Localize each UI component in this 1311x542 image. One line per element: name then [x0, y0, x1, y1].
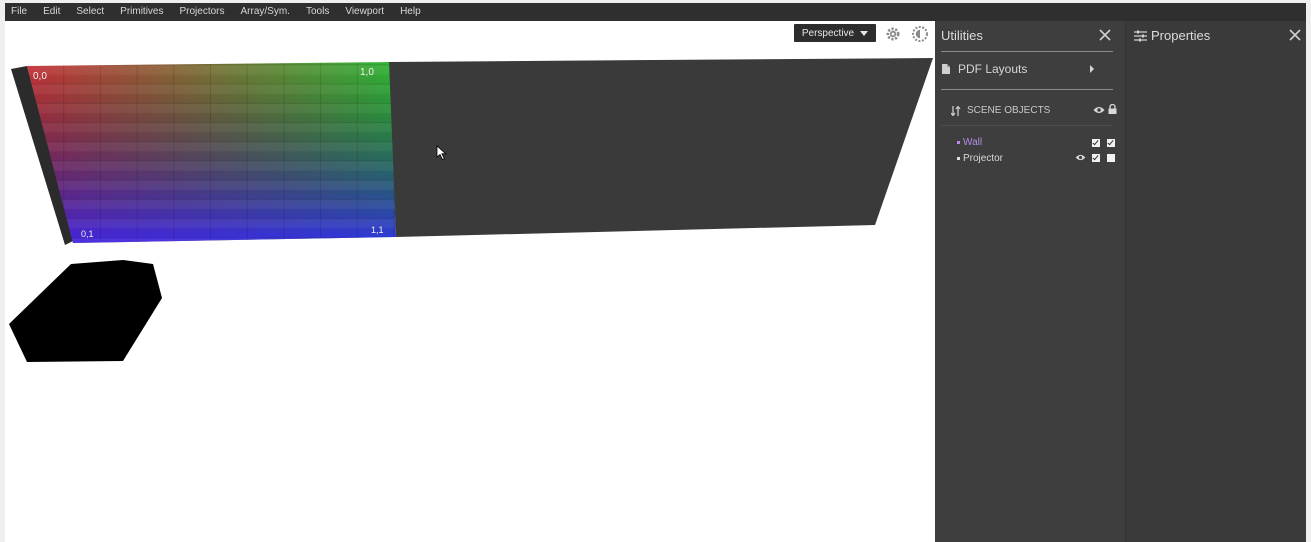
chevron-right-icon[interactable] — [1090, 65, 1094, 73]
menu-file[interactable]: File — [5, 3, 35, 21]
menu-select[interactable]: Select — [68, 3, 112, 21]
lock-icon[interactable] — [1108, 104, 1117, 114]
brightness-icon[interactable] — [912, 26, 928, 42]
test-pattern — [27, 62, 396, 243]
menu-array-sym[interactable]: Array/Sym. — [233, 3, 298, 21]
scene-objects-header: SCENE OBJECTS — [951, 105, 1050, 116]
menu-projectors[interactable]: Projectors — [172, 3, 233, 21]
wall-surface[interactable] — [388, 58, 933, 237]
menu-help[interactable]: Help — [392, 3, 429, 21]
scene-canvas[interactable]: 0,0 1,0 0,1 1,1 — [5, 21, 935, 542]
menu-tools[interactable]: Tools — [298, 3, 337, 21]
corner-label-top-right: 1,0 — [360, 67, 374, 78]
view-mode-label: Perspective — [801, 27, 855, 39]
scene-object-wall[interactable]: Wall — [957, 137, 982, 148]
divider — [941, 125, 1113, 126]
eye-icon[interactable] — [1075, 154, 1086, 161]
divider — [941, 89, 1113, 90]
gear-icon[interactable] — [885, 26, 901, 42]
pdf-layouts-item[interactable]: PDF Layouts — [942, 61, 1092, 77]
scene-objects-label: SCENE OBJECTS — [967, 105, 1051, 116]
scene-object-projector[interactable]: Projector — [957, 153, 1003, 164]
projector-shape[interactable] — [9, 260, 162, 362]
sliders-icon — [1134, 30, 1147, 41]
projector-lock-checkbox[interactable] — [1107, 154, 1115, 162]
app-window: File Edit Select Primitives Projectors A… — [5, 3, 1306, 542]
corner-label-bottom-left: 0,1 — [81, 229, 94, 239]
properties-panel: Properties — [1125, 21, 1306, 542]
menu-edit[interactable]: Edit — [35, 3, 68, 21]
utilities-title: Utilities — [941, 28, 983, 43]
object-name: Projector — [963, 153, 1004, 164]
menu-primitives[interactable]: Primitives — [112, 3, 171, 21]
menu-bar: File Edit Select Primitives Projectors A… — [5, 3, 1306, 21]
pdf-layouts-label: PDF Layouts — [958, 62, 1028, 76]
corner-label-bottom-right: 1,1 — [371, 225, 384, 235]
bullet-icon — [957, 157, 960, 160]
perspective-dropdown[interactable]: Perspective — [794, 24, 876, 42]
mouse-cursor-icon — [436, 145, 447, 161]
divider — [941, 51, 1113, 52]
close-icon[interactable] — [1099, 29, 1111, 41]
object-name: Wall — [963, 137, 983, 148]
properties-title: Properties — [1151, 28, 1211, 43]
close-icon[interactable] — [1289, 29, 1301, 41]
bullet-icon — [957, 141, 960, 144]
projector-visibility-checkbox[interactable] — [1092, 154, 1100, 162]
3d-viewport[interactable]: 0,0 1,0 0,1 1,1 Perspective — [5, 21, 935, 542]
wall-visibility-checkbox[interactable] — [1092, 139, 1100, 147]
menu-viewport[interactable]: Viewport — [337, 3, 392, 21]
eye-icon[interactable] — [1093, 106, 1105, 114]
wall-lock-checkbox[interactable] — [1107, 139, 1115, 147]
chevron-down-icon — [860, 30, 869, 36]
properties-header: Properties — [1134, 28, 1210, 43]
corner-label-top-left: 0,0 — [33, 71, 47, 82]
utilities-panel: Utilities PDF Layouts SCENE OBJECTS Wall… — [935, 21, 1125, 542]
sort-icon[interactable] — [951, 105, 961, 116]
document-icon — [942, 64, 950, 74]
